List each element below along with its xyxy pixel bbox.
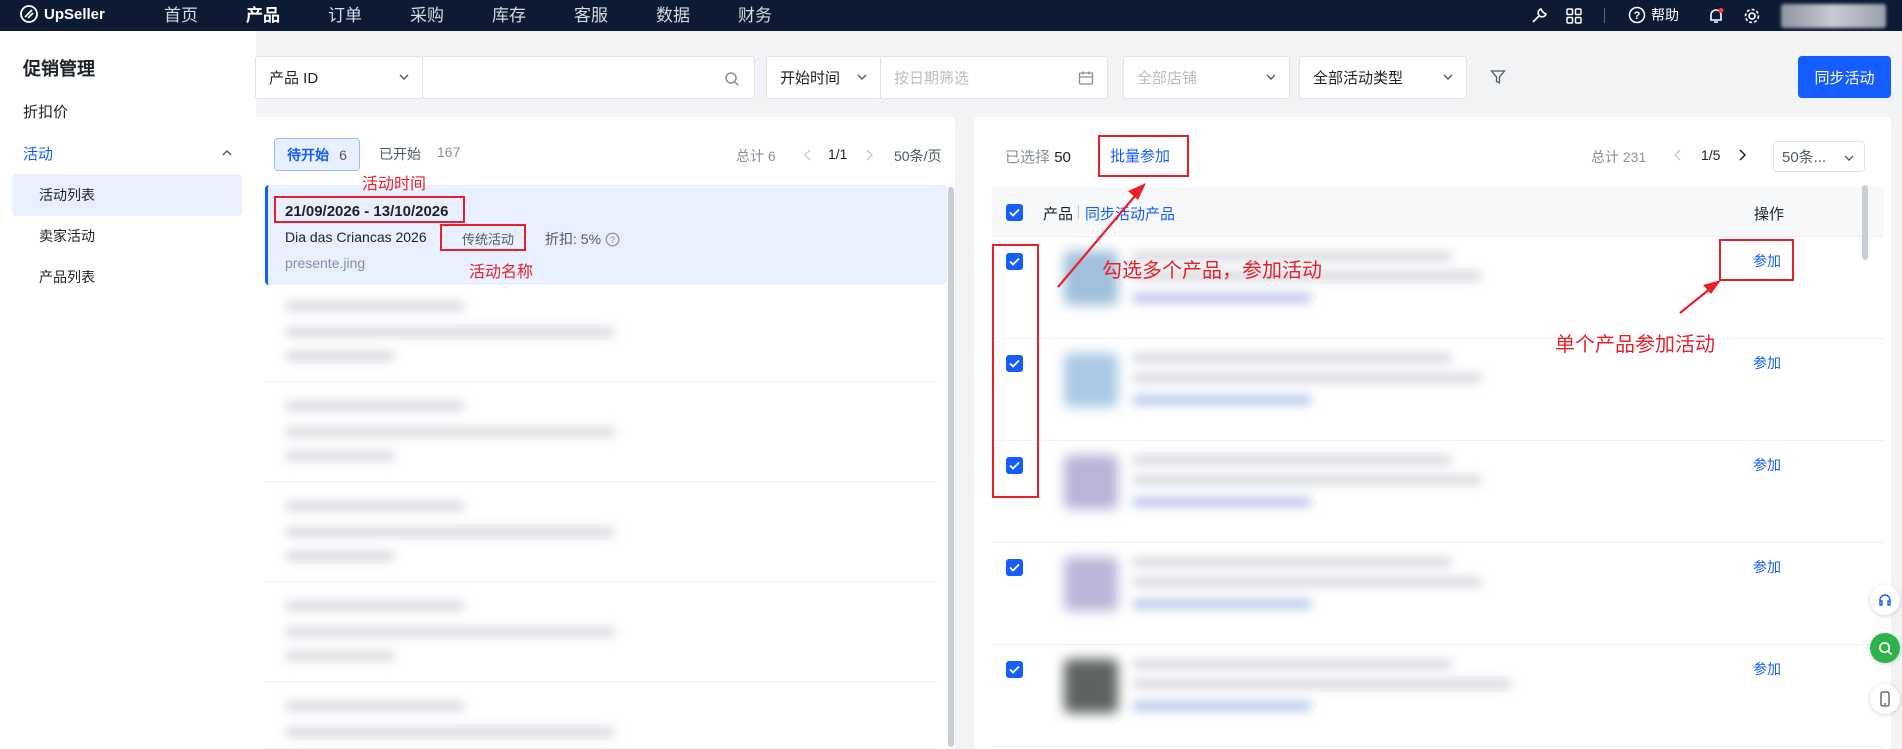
- annotation-arrow: [1057, 189, 1717, 314]
- arrow-head: [1128, 183, 1146, 200]
- annotation-arrows: [1057, 183, 1721, 314]
